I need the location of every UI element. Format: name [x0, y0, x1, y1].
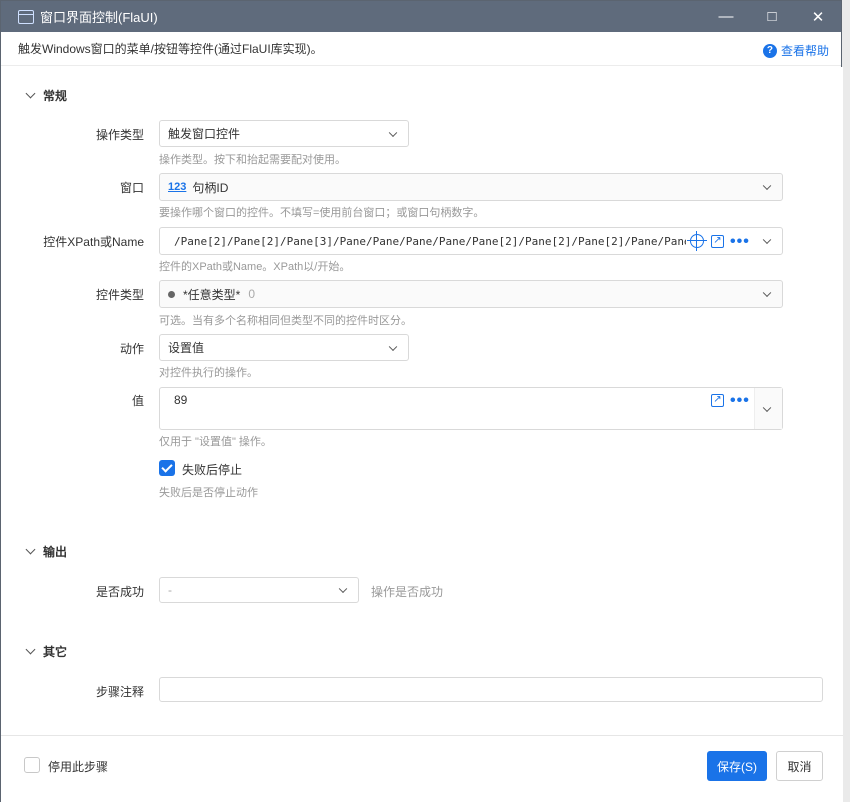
xpath-hint: 控件的XPath或Name。XPath以/开始。 — [159, 261, 351, 273]
section-general-toggle[interactable]: 常规 — [25, 87, 68, 104]
success-select[interactable]: - — [159, 577, 359, 603]
form-content: 常规 操作类型 触发窗口控件 操作类型。按下和抬起需要配对使用。 窗口 123 … — [9, 67, 843, 735]
chevron-down-icon — [762, 288, 772, 298]
save-button[interactable]: 保存(S) — [707, 751, 767, 781]
cancel-button[interactable]: 取消 — [776, 751, 823, 781]
xpath-input[interactable]: /Pane[2]/Pane[2]/Pane[3]/Pane/Pane/Pane/… — [159, 227, 783, 255]
stop-on-fail-label: 失败后停止 — [182, 463, 243, 477]
step-note-input[interactable] — [159, 677, 823, 702]
section-general-label: 常规 — [43, 89, 68, 103]
chevron-down-icon — [388, 342, 398, 351]
dialog-window: 窗口界面控制(FlaUI) — □ ✕ 触发Windows窗口的菜单/按钮等控件… — [0, 0, 843, 802]
value-input[interactable]: 89 ↗ ••• — [159, 387, 783, 430]
disable-step-label: 停用此步骤 — [48, 760, 109, 774]
action-label: 动作 — [119, 342, 144, 356]
value-label: 值 — [131, 394, 144, 408]
control-type-label: 控件类型 — [95, 288, 144, 302]
window-icon — [18, 9, 34, 24]
expand-icon[interactable]: ↗ — [711, 394, 724, 407]
disable-step-checkbox[interactable] — [24, 757, 40, 773]
section-other-toggle[interactable]: 其它 — [25, 643, 68, 660]
control-type-select[interactable]: *任意类型* 0 — [159, 280, 783, 308]
control-type-count: 0 — [248, 287, 256, 301]
expand-icon[interactable]: ↗ — [711, 235, 724, 248]
control-type-hint: 可选。当有多个名称相同但类型不同的控件时区分。 — [159, 315, 412, 327]
action-select[interactable]: 设置值 — [159, 334, 409, 361]
step-note-label: 步骤注释 — [95, 685, 144, 699]
section-output-toggle[interactable]: 输出 — [25, 543, 68, 560]
op-type-value: 触发窗口控件 — [168, 127, 241, 141]
op-type-hint: 操作类型。按下和抬起需要配对使用。 — [159, 154, 346, 166]
op-type-select[interactable]: 触发窗口控件 — [159, 120, 409, 147]
window-title: 窗口界面控制(FlaUI) — [40, 10, 158, 25]
bullet-icon — [168, 290, 175, 298]
background-app-edge — [842, 0, 850, 802]
xpath-value: /Pane[2]/Pane[2]/Pane[3]/Pane/Pane/Pane/… — [174, 234, 686, 248]
window-description: 触发Windows窗口的菜单/按钮等控件(通过FlaUI库实现)。 — [18, 42, 323, 56]
stop-on-fail-checkbox[interactable] — [159, 460, 175, 476]
section-output-label: 输出 — [43, 545, 68, 559]
chevron-down-icon — [338, 584, 348, 594]
value-dropdown-pane[interactable] — [754, 388, 782, 429]
chevron-down-icon[interactable] — [762, 181, 772, 191]
action-value: 设置值 — [168, 341, 205, 355]
window-select[interactable]: 123 句柄ID — [159, 173, 783, 201]
chevron-down-icon — [762, 403, 772, 412]
description-bar: 触发Windows窗口的菜单/按钮等控件(通过FlaUI库实现)。 ? 查看帮助 — [1, 32, 841, 66]
success-value: - — [168, 583, 172, 597]
window-hint: 要操作哪个窗口的控件。不填写=使用前台窗口；或窗口句柄数字。 — [159, 207, 485, 219]
question-circle-icon: ? — [762, 43, 777, 58]
maximize-icon[interactable]: □ — [749, 1, 795, 32]
chevron-down-icon — [25, 544, 36, 555]
help-link[interactable]: ? 查看帮助 — [762, 42, 829, 59]
crosshair-target-icon[interactable] — [687, 231, 707, 251]
op-type-label: 操作类型 — [95, 128, 144, 142]
dialog-footer: 停用此步骤 保存(S) 取消 — [1, 735, 843, 802]
value-hint: 仅用于 "设置值" 操作。 — [159, 436, 272, 448]
more-icon[interactable]: ••• — [730, 393, 750, 409]
chevron-down-icon — [388, 128, 398, 137]
window-label: 窗口 — [119, 181, 144, 195]
stop-on-fail-hint: 失败后是否停止动作 — [159, 487, 258, 499]
section-other-label: 其它 — [43, 645, 68, 659]
window-value: 句柄ID — [192, 180, 229, 195]
close-icon[interactable]: ✕ — [795, 1, 841, 32]
number-type-icon: 123 — [168, 181, 187, 193]
title-bar[interactable]: 窗口界面控制(FlaUI) — □ ✕ — [1, 1, 841, 32]
help-label: 查看帮助 — [780, 44, 829, 58]
value-text: 89 — [174, 393, 188, 407]
xpath-label: 控件XPath或Name — [43, 235, 144, 249]
minimize-icon[interactable]: — — [703, 1, 749, 32]
chevron-down-icon[interactable] — [762, 235, 772, 245]
control-type-value: *任意类型* — [183, 287, 241, 302]
more-icon[interactable]: ••• — [730, 234, 750, 250]
success-label: 是否成功 — [95, 585, 144, 599]
success-hint: 操作是否成功 — [371, 585, 444, 599]
action-hint: 对控件执行的操作。 — [159, 367, 258, 379]
chevron-down-icon — [25, 88, 36, 99]
chevron-down-icon — [25, 644, 36, 655]
